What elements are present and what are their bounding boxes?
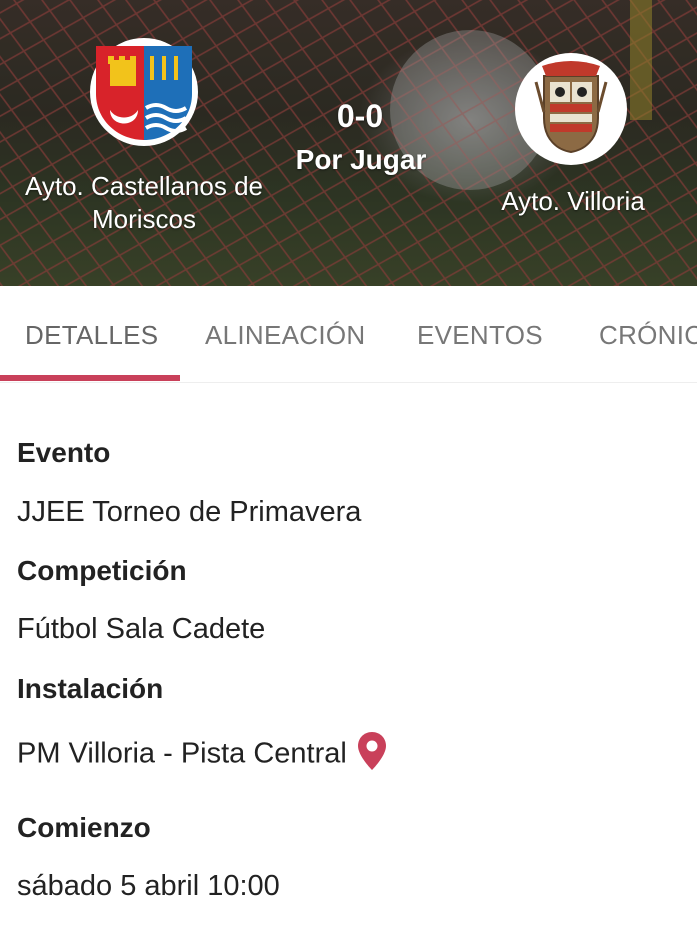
comienzo-label: Comienzo (17, 812, 151, 843)
location-pin-icon[interactable] (357, 731, 387, 779)
match-status: Por Jugar (295, 144, 427, 175)
match-score: 0-0 (336, 98, 384, 134)
home-team-crest[interactable] (88, 36, 200, 148)
tab-bar: DETALLES ALINEACIÓN EVENTOS CRÓNIC (0, 286, 697, 383)
instalacion-row[interactable]: PM Villoria - Pista Central (17, 731, 387, 779)
tab-detalles[interactable]: DETALLES (25, 320, 158, 351)
evento-label: Evento (17, 437, 111, 468)
match-header: Ayto. Castellanos de Moriscos 0-0 Por Ju… (0, 0, 697, 286)
tab-eventos[interactable]: EVENTOS (417, 320, 543, 351)
evento-value: JJEE Torneo de Primavera (17, 496, 362, 528)
tab-alineacion[interactable]: ALINEACIÓN (205, 320, 366, 351)
tab-cronica[interactable]: CRÓNIC (599, 320, 697, 351)
active-tab-indicator (0, 375, 180, 381)
comienzo-value: sábado 5 abril 10:00 (17, 870, 280, 902)
away-team-crest[interactable] (514, 52, 628, 166)
instalacion-value[interactable]: PM Villoria - Pista Central (17, 738, 347, 770)
competicion-value: Fútbol Sala Cadete (17, 613, 266, 645)
competicion-label: Competición (17, 555, 187, 586)
home-team-name[interactable]: Ayto. Castellanos de Moriscos (8, 170, 280, 236)
away-team-name[interactable]: Ayto. Villoria (482, 185, 664, 218)
instalacion-label: Instalación (17, 673, 164, 704)
